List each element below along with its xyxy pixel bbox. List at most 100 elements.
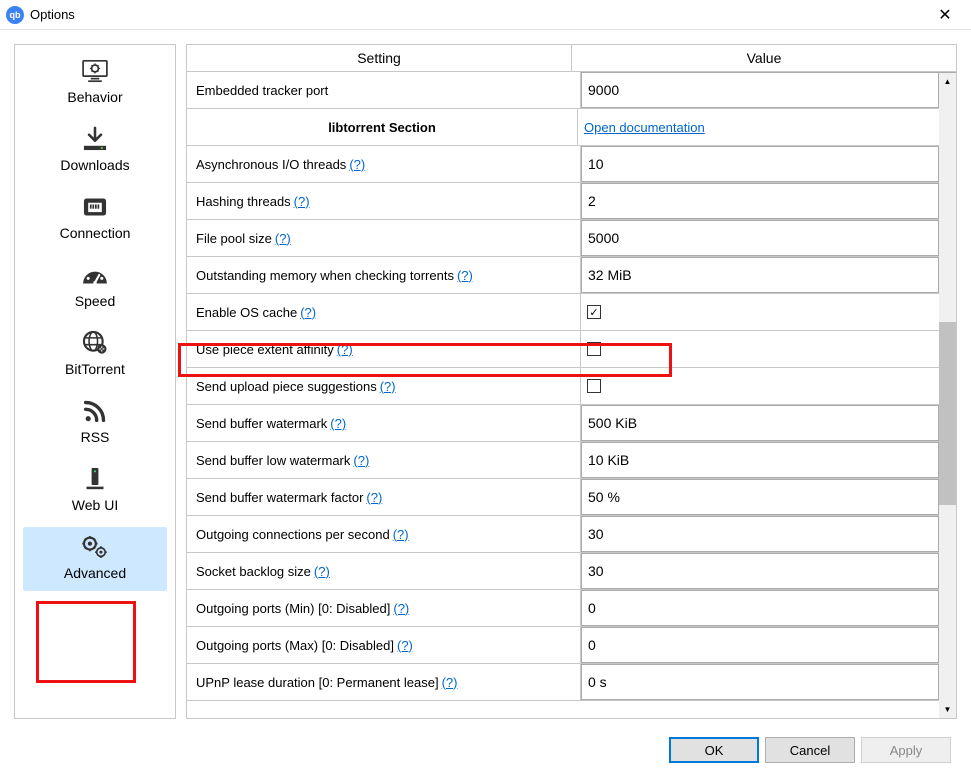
table-row: Outgoing ports (Min) [0: Disabled] (?)▲▼ [187, 590, 956, 627]
value-input[interactable] [581, 257, 938, 293]
setting-label: Send buffer low watermark (?) [187, 442, 581, 478]
scroll-track[interactable] [939, 90, 956, 701]
help-link[interactable]: (?) [330, 416, 346, 431]
section-row: libtorrent Section Open documentation [187, 109, 956, 146]
value-input[interactable] [581, 627, 938, 663]
ethernet-icon [78, 193, 112, 221]
value-input[interactable] [581, 590, 938, 626]
sidebar-item-rss[interactable]: RSS [23, 391, 167, 455]
help-link[interactable]: (?) [397, 638, 413, 653]
table-row: Outgoing connections per second (?)▲▼ [187, 516, 956, 553]
sidebar-item-connection[interactable]: Connection [23, 187, 167, 251]
help-link[interactable]: (?) [337, 342, 353, 357]
download-icon [78, 125, 112, 153]
monitor-icon [78, 57, 112, 85]
sidebar-item-speed[interactable]: Speed [23, 255, 167, 319]
sidebar-label: Connection [60, 225, 131, 241]
table-row: Outstanding memory when checking torrent… [187, 257, 956, 294]
close-icon[interactable]: ✕ [925, 5, 965, 25]
table-row: Send upload piece suggestions (?) [187, 368, 956, 405]
value-input[interactable] [581, 553, 938, 589]
table-row: Send buffer low watermark (?)▲▼ [187, 442, 956, 479]
gauge-icon [78, 261, 112, 289]
setting-label: Enable OS cache (?) [187, 294, 581, 330]
ok-button[interactable]: OK [669, 737, 759, 763]
sidebar: Behavior Downloads Connection Speed BitT… [14, 44, 176, 719]
value-input[interactable] [581, 479, 938, 515]
setting-label: Use piece extent affinity (?) [187, 331, 581, 367]
open-documentation-link[interactable]: Open documentation [584, 120, 705, 135]
help-link[interactable]: (?) [380, 379, 396, 394]
section-title: libtorrent Section [187, 109, 578, 145]
table-row: File pool size (?)▲▼ [187, 220, 956, 257]
scroll-thumb[interactable] [939, 322, 956, 505]
value-input[interactable] [581, 516, 938, 552]
help-link[interactable]: (?) [457, 268, 473, 283]
help-link[interactable]: (?) [349, 157, 365, 172]
spin-input[interactable]: ▲▼ [581, 442, 956, 478]
table-row: Send buffer watermark (?)▲▼ [187, 405, 956, 442]
spin-input[interactable]: ▲▼ [581, 146, 956, 182]
spin-input[interactable]: ▲▼ [581, 257, 956, 293]
setting-label: Outgoing ports (Min) [0: Disabled] (?) [187, 590, 581, 626]
sidebar-item-advanced[interactable]: Advanced [23, 527, 167, 591]
spin-input[interactable]: ▲▼ [581, 627, 956, 663]
sidebar-label: BitTorrent [65, 361, 125, 377]
table-row: Send buffer watermark factor (?)▲▼ [187, 479, 956, 516]
apply-button: Apply [861, 737, 951, 763]
sidebar-item-webui[interactable]: Web UI [23, 459, 167, 523]
scroll-down-icon[interactable]: ▼ [939, 701, 956, 718]
value-input[interactable] [581, 220, 938, 256]
spin-input[interactable]: ▲▼ [581, 479, 956, 515]
table-row: Socket backlog size (?)▲▼ [187, 553, 956, 590]
setting-label: UPnP lease duration [0: Permanent lease]… [187, 664, 581, 700]
help-link[interactable]: (?) [442, 675, 458, 690]
value-input[interactable] [581, 442, 938, 478]
spin-input[interactable]: ▲▼ [581, 183, 956, 219]
spin-input[interactable]: ▲▼ [581, 516, 956, 552]
help-link[interactable]: (?) [294, 194, 310, 209]
sidebar-label: Web UI [72, 497, 118, 513]
gears-icon [78, 533, 112, 561]
help-link[interactable]: (?) [300, 305, 316, 320]
spin-input[interactable]: ▲▼ [581, 405, 956, 441]
help-link[interactable]: (?) [353, 453, 369, 468]
table-row: Outgoing ports (Max) [0: Disabled] (?)▲▼ [187, 627, 956, 664]
value-input[interactable] [581, 664, 938, 700]
value-input[interactable] [581, 72, 938, 108]
value-input[interactable] [581, 405, 938, 441]
spin-input[interactable]: ▲▼ [581, 72, 956, 108]
value-input[interactable] [581, 183, 938, 219]
help-link[interactable]: (?) [275, 231, 291, 246]
checkbox[interactable] [587, 342, 601, 356]
dialog-footer: OK Cancel Apply [669, 737, 951, 763]
cancel-button[interactable]: Cancel [765, 737, 855, 763]
scroll-up-icon[interactable]: ▲ [939, 73, 956, 90]
scrollbar[interactable]: ▲ ▼ [939, 73, 956, 718]
spin-input[interactable]: ▲▼ [581, 590, 956, 626]
sidebar-item-downloads[interactable]: Downloads [23, 119, 167, 183]
server-icon [78, 465, 112, 493]
spin-input[interactable]: ▲▼ [581, 220, 956, 256]
sidebar-item-behavior[interactable]: Behavior [23, 51, 167, 115]
help-link[interactable]: (?) [393, 527, 409, 542]
app-icon: qb [6, 6, 24, 24]
help-link[interactable]: (?) [393, 601, 409, 616]
sidebar-label: Advanced [64, 565, 126, 581]
sidebar-item-bittorrent[interactable]: BitTorrent [23, 323, 167, 387]
header-value: Value [572, 45, 956, 71]
spin-input[interactable]: ▲▼ [581, 664, 956, 700]
help-link[interactable]: (?) [314, 564, 330, 579]
globe-icon [78, 329, 112, 357]
setting-label: Outgoing connections per second (?) [187, 516, 581, 552]
window-title: Options [30, 7, 925, 22]
checkbox[interactable] [587, 379, 601, 393]
setting-label: Asynchronous I/O threads (?) [187, 146, 581, 182]
value-input[interactable] [581, 146, 938, 182]
checkbox[interactable]: ✓ [587, 305, 601, 319]
titlebar: qb Options ✕ [0, 0, 971, 30]
table-row: Use piece extent affinity (?) [187, 331, 956, 368]
help-link[interactable]: (?) [366, 490, 382, 505]
spin-input[interactable]: ▲▼ [581, 553, 956, 589]
sidebar-label: RSS [81, 429, 110, 445]
